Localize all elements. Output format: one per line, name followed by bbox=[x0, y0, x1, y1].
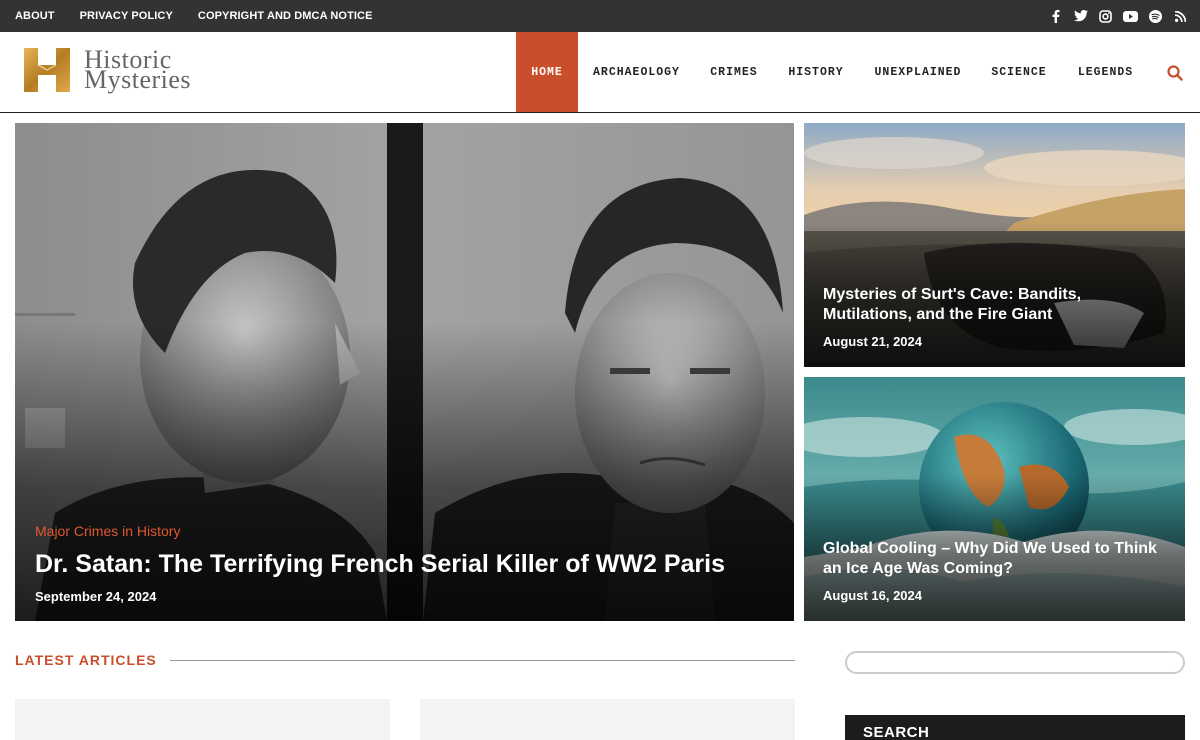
article-card-placeholder[interactable] bbox=[420, 699, 795, 740]
article-category[interactable]: Major Crimes in History bbox=[35, 523, 180, 539]
youtube-icon[interactable] bbox=[1123, 9, 1138, 24]
logo-wordmark: Historic Mysteries bbox=[84, 47, 191, 93]
featured-article-side-2[interactable]: Global Cooling – Why Did We Used to Thin… bbox=[804, 377, 1185, 621]
article-date: August 21, 2024 bbox=[823, 334, 922, 349]
social-links bbox=[1048, 0, 1188, 32]
nav-legends[interactable]: LEGENDS bbox=[1061, 32, 1150, 112]
article-card-placeholder[interactable] bbox=[15, 699, 390, 740]
privacy-policy-link[interactable]: PRIVACY POLICY bbox=[80, 10, 173, 22]
site-logo[interactable]: Historic Mysteries bbox=[22, 46, 191, 94]
sidebar-search-input[interactable] bbox=[847, 653, 1183, 672]
nav-crimes[interactable]: CRIMES bbox=[695, 32, 773, 112]
facebook-icon[interactable] bbox=[1048, 9, 1063, 24]
about-link[interactable]: ABOUT bbox=[15, 10, 55, 22]
twitter-icon[interactable] bbox=[1073, 9, 1088, 24]
logo-mark-icon bbox=[24, 48, 70, 92]
article-date: September 24, 2024 bbox=[35, 589, 157, 604]
spotify-icon[interactable] bbox=[1148, 9, 1163, 24]
article-title[interactable]: Global Cooling – Why Did We Used to Thin… bbox=[823, 539, 1173, 579]
main-nav: HOME ARCHAEOLOGY CRIMES HISTORY UNEXPLAI… bbox=[516, 32, 1150, 112]
search-icon[interactable] bbox=[1166, 64, 1184, 82]
nav-history[interactable]: HISTORY bbox=[773, 32, 859, 112]
site-header: Historic Mysteries HOME ARCHAEOLOGY CRIM… bbox=[0, 32, 1200, 113]
top-links: ABOUT PRIVACY POLICY COPYRIGHT AND DMCA … bbox=[15, 0, 373, 32]
nav-home[interactable]: HOME bbox=[516, 32, 578, 112]
latest-articles-heading: LATEST ARTICLES bbox=[15, 651, 795, 669]
rss-icon[interactable] bbox=[1173, 9, 1188, 24]
nav-archaeology[interactable]: ARCHAEOLOGY bbox=[578, 32, 695, 112]
copyright-dmca-link[interactable]: COPYRIGHT AND DMCA NOTICE bbox=[198, 10, 373, 22]
instagram-icon[interactable] bbox=[1098, 9, 1113, 24]
widget-title: SEARCH bbox=[863, 724, 930, 740]
nav-science[interactable]: SCIENCE bbox=[977, 32, 1061, 112]
article-date: August 16, 2024 bbox=[823, 588, 922, 603]
nav-unexplained[interactable]: UNEXPLAINED bbox=[859, 32, 977, 112]
article-title[interactable]: Dr. Satan: The Terrifying French Serial … bbox=[35, 550, 775, 579]
featured-article-side-1[interactable]: Mysteries of Surt's Cave: Bandits, Mutil… bbox=[804, 123, 1185, 367]
top-bar: ABOUT PRIVACY POLICY COPYRIGHT AND DMCA … bbox=[0, 0, 1200, 32]
section-divider bbox=[169, 659, 795, 661]
article-title[interactable]: Mysteries of Surt's Cave: Bandits, Mutil… bbox=[823, 285, 1153, 325]
search-widget-header: SEARCH bbox=[845, 715, 1185, 740]
section-title: LATEST ARTICLES bbox=[15, 652, 157, 668]
sidebar-search-field[interactable] bbox=[845, 651, 1185, 674]
logo-line-2: Mysteries bbox=[84, 65, 192, 94]
featured-article-main[interactable]: Major Crimes in History Dr. Satan: The T… bbox=[15, 123, 794, 621]
